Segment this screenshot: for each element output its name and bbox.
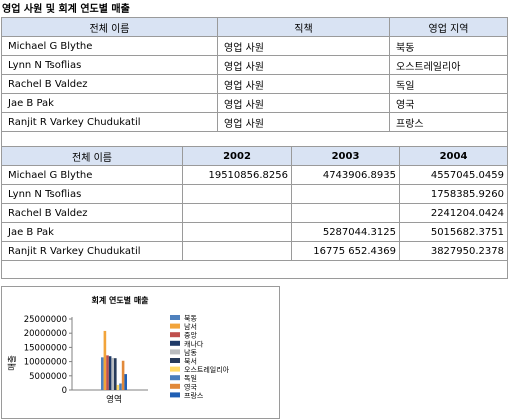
empty-cell xyxy=(1,260,508,279)
bar xyxy=(119,383,122,390)
bar xyxy=(106,355,109,390)
legend-label: 남서 xyxy=(184,322,197,331)
cell-sales-2003 xyxy=(291,203,400,223)
cell-sales-2003 xyxy=(291,184,400,204)
cell-sales-2004: 3827950.2378 xyxy=(399,241,508,261)
table-row: Jae B Pak 영업 사원 영국 xyxy=(1,93,508,113)
report-title: 영업 사원 및 회계 연도별 매출 xyxy=(2,4,130,15)
legend-swatch xyxy=(170,383,180,389)
legend-label: 프랑스 xyxy=(184,392,204,400)
legend-label: 오스트레일리아 xyxy=(184,365,230,374)
column-header-full-name: 전체 이름 xyxy=(1,146,183,166)
cell-job-title: 영업 사원 xyxy=(217,93,390,113)
bar xyxy=(101,357,104,390)
cell-territory: 프랑스 xyxy=(389,112,508,132)
cell-sales-2002 xyxy=(182,222,292,242)
column-header-2002: 2002 xyxy=(182,146,292,166)
cell-job-title: 영업 사원 xyxy=(217,112,390,132)
legend-label: 북동 xyxy=(184,315,197,323)
legend-label: 남동 xyxy=(184,348,197,357)
column-header-job-title: 직책 xyxy=(217,17,390,37)
legend-swatch xyxy=(170,375,180,381)
column-header-territory: 영업 지역 xyxy=(389,17,508,37)
x-tick-label: 영역 xyxy=(106,394,122,405)
legend-label: 중앙 xyxy=(184,332,197,340)
table-footer-row xyxy=(1,260,508,279)
cell-full-name: Jae B Pak xyxy=(1,93,218,113)
table-row: Michael G Blythe 19510856.8256 4743906.8… xyxy=(1,165,508,185)
cell-territory: 독일 xyxy=(389,74,508,94)
bar xyxy=(114,358,117,390)
cell-full-name: Lynn N Tsoflias xyxy=(1,55,218,75)
column-header-2003: 2003 xyxy=(291,146,400,166)
legend-swatch xyxy=(170,366,180,372)
legend-label: 북서 xyxy=(184,357,197,366)
y-tick-label: 20000000 xyxy=(24,329,67,339)
cell-sales-2002 xyxy=(182,241,292,261)
legend-swatch xyxy=(170,392,180,398)
table-row: Rachel B Valdez 영업 사원 독일 xyxy=(1,74,508,94)
cell-territory: 영국 xyxy=(389,93,508,113)
legend-label: 영국 xyxy=(184,382,197,391)
bar xyxy=(116,384,120,390)
cell-sales-2003: 4743906.8935 xyxy=(291,165,400,185)
cell-sales-2002 xyxy=(182,203,292,223)
cell-full-name: Rachel B Valdez xyxy=(1,203,183,223)
salesperson-table: 전체 이름 직책 영업 지역 Michael G Blythe 영업 사원 북동… xyxy=(1,17,508,150)
table-row: Ranjit R Varkey Chudukatil 16775 652.436… xyxy=(1,241,508,261)
table-row: Michael G Blythe 영업 사원 북동 xyxy=(1,36,508,56)
legend-swatch xyxy=(170,358,180,363)
legend-swatch xyxy=(170,323,180,329)
bar xyxy=(108,356,112,390)
legend-swatch xyxy=(170,349,180,355)
cell-territory: 오스트레일리아 xyxy=(389,55,508,75)
y-tick-label: 10000000 xyxy=(24,358,67,368)
legend-swatch xyxy=(170,332,180,338)
cell-full-name: Michael G Blythe xyxy=(1,165,183,185)
y-tick-label: 0 xyxy=(62,386,67,396)
cell-full-name: Jae B Pak xyxy=(1,222,183,242)
cell-sales-2002: 19510856.8256 xyxy=(182,165,292,185)
cell-sales-2003: 16775 652.4369 xyxy=(291,241,400,261)
legend-label: 캐나다 xyxy=(184,339,204,348)
cell-full-name: Ranjit R Varkey Chudukatil xyxy=(1,112,218,132)
sales-by-year-table: 전체 이름 2002 2003 2004 Michael G Blythe 19… xyxy=(1,146,508,279)
cell-sales-2004: 5015682.3751 xyxy=(399,222,508,242)
table-row: Lynn N Tsoflias 1758385.9260 xyxy=(1,184,508,204)
cell-full-name: Michael G Blythe xyxy=(1,36,218,56)
bar xyxy=(111,357,114,390)
cell-job-title: 영업 사원 xyxy=(217,36,390,56)
legend-label: 독일 xyxy=(184,374,197,383)
y-tick-label: 25000000 xyxy=(24,315,67,325)
cell-full-name: Ranjit R Varkey Chudukatil xyxy=(1,241,183,261)
bar xyxy=(124,374,127,390)
table-row: Ranjit R Varkey Chudukatil 영업 사원 프랑스 xyxy=(1,112,508,132)
cell-sales-2004: 4557045.0459 xyxy=(399,165,508,185)
cell-full-name: Lynn N Tsoflias xyxy=(1,184,183,204)
y-tick-label: 15000000 xyxy=(24,343,67,353)
table-row: Lynn N Tsoflias 영업 사원 오스트레일리아 xyxy=(1,55,508,75)
bar xyxy=(121,360,125,390)
table-row: Jae B Pak 5287044.3125 5015682.3751 xyxy=(1,222,508,242)
cell-sales-2004: 2241204.0424 xyxy=(399,203,508,223)
cell-job-title: 영업 사원 xyxy=(217,55,390,75)
bar xyxy=(103,330,107,390)
cell-full-name: Rachel B Valdez xyxy=(1,74,218,94)
y-tick-label: 5000000 xyxy=(29,372,67,382)
chart-canvas: 25000000 20000000 15000000 10000000 5000000 0… xyxy=(7,315,230,406)
cell-sales-2004: 1758385.9260 xyxy=(399,184,508,204)
cell-job-title: 영업 사원 xyxy=(217,74,390,94)
legend-swatch xyxy=(170,340,180,346)
legend-swatch xyxy=(170,315,180,320)
cell-sales-2003: 5287044.3125 xyxy=(291,222,400,242)
sales-chart: 회계 연도별 매출 25000000 20000000 15000000 100000… xyxy=(1,286,280,419)
cell-territory: 북동 xyxy=(389,36,508,56)
column-header-full-name: 전체 이름 xyxy=(1,17,218,37)
table-row: Rachel B Valdez 2241204.0424 xyxy=(1,203,508,223)
column-header-2004: 2004 xyxy=(399,146,508,166)
y-axis-label: 매출 xyxy=(7,355,18,371)
cell-sales-2002 xyxy=(182,184,292,204)
